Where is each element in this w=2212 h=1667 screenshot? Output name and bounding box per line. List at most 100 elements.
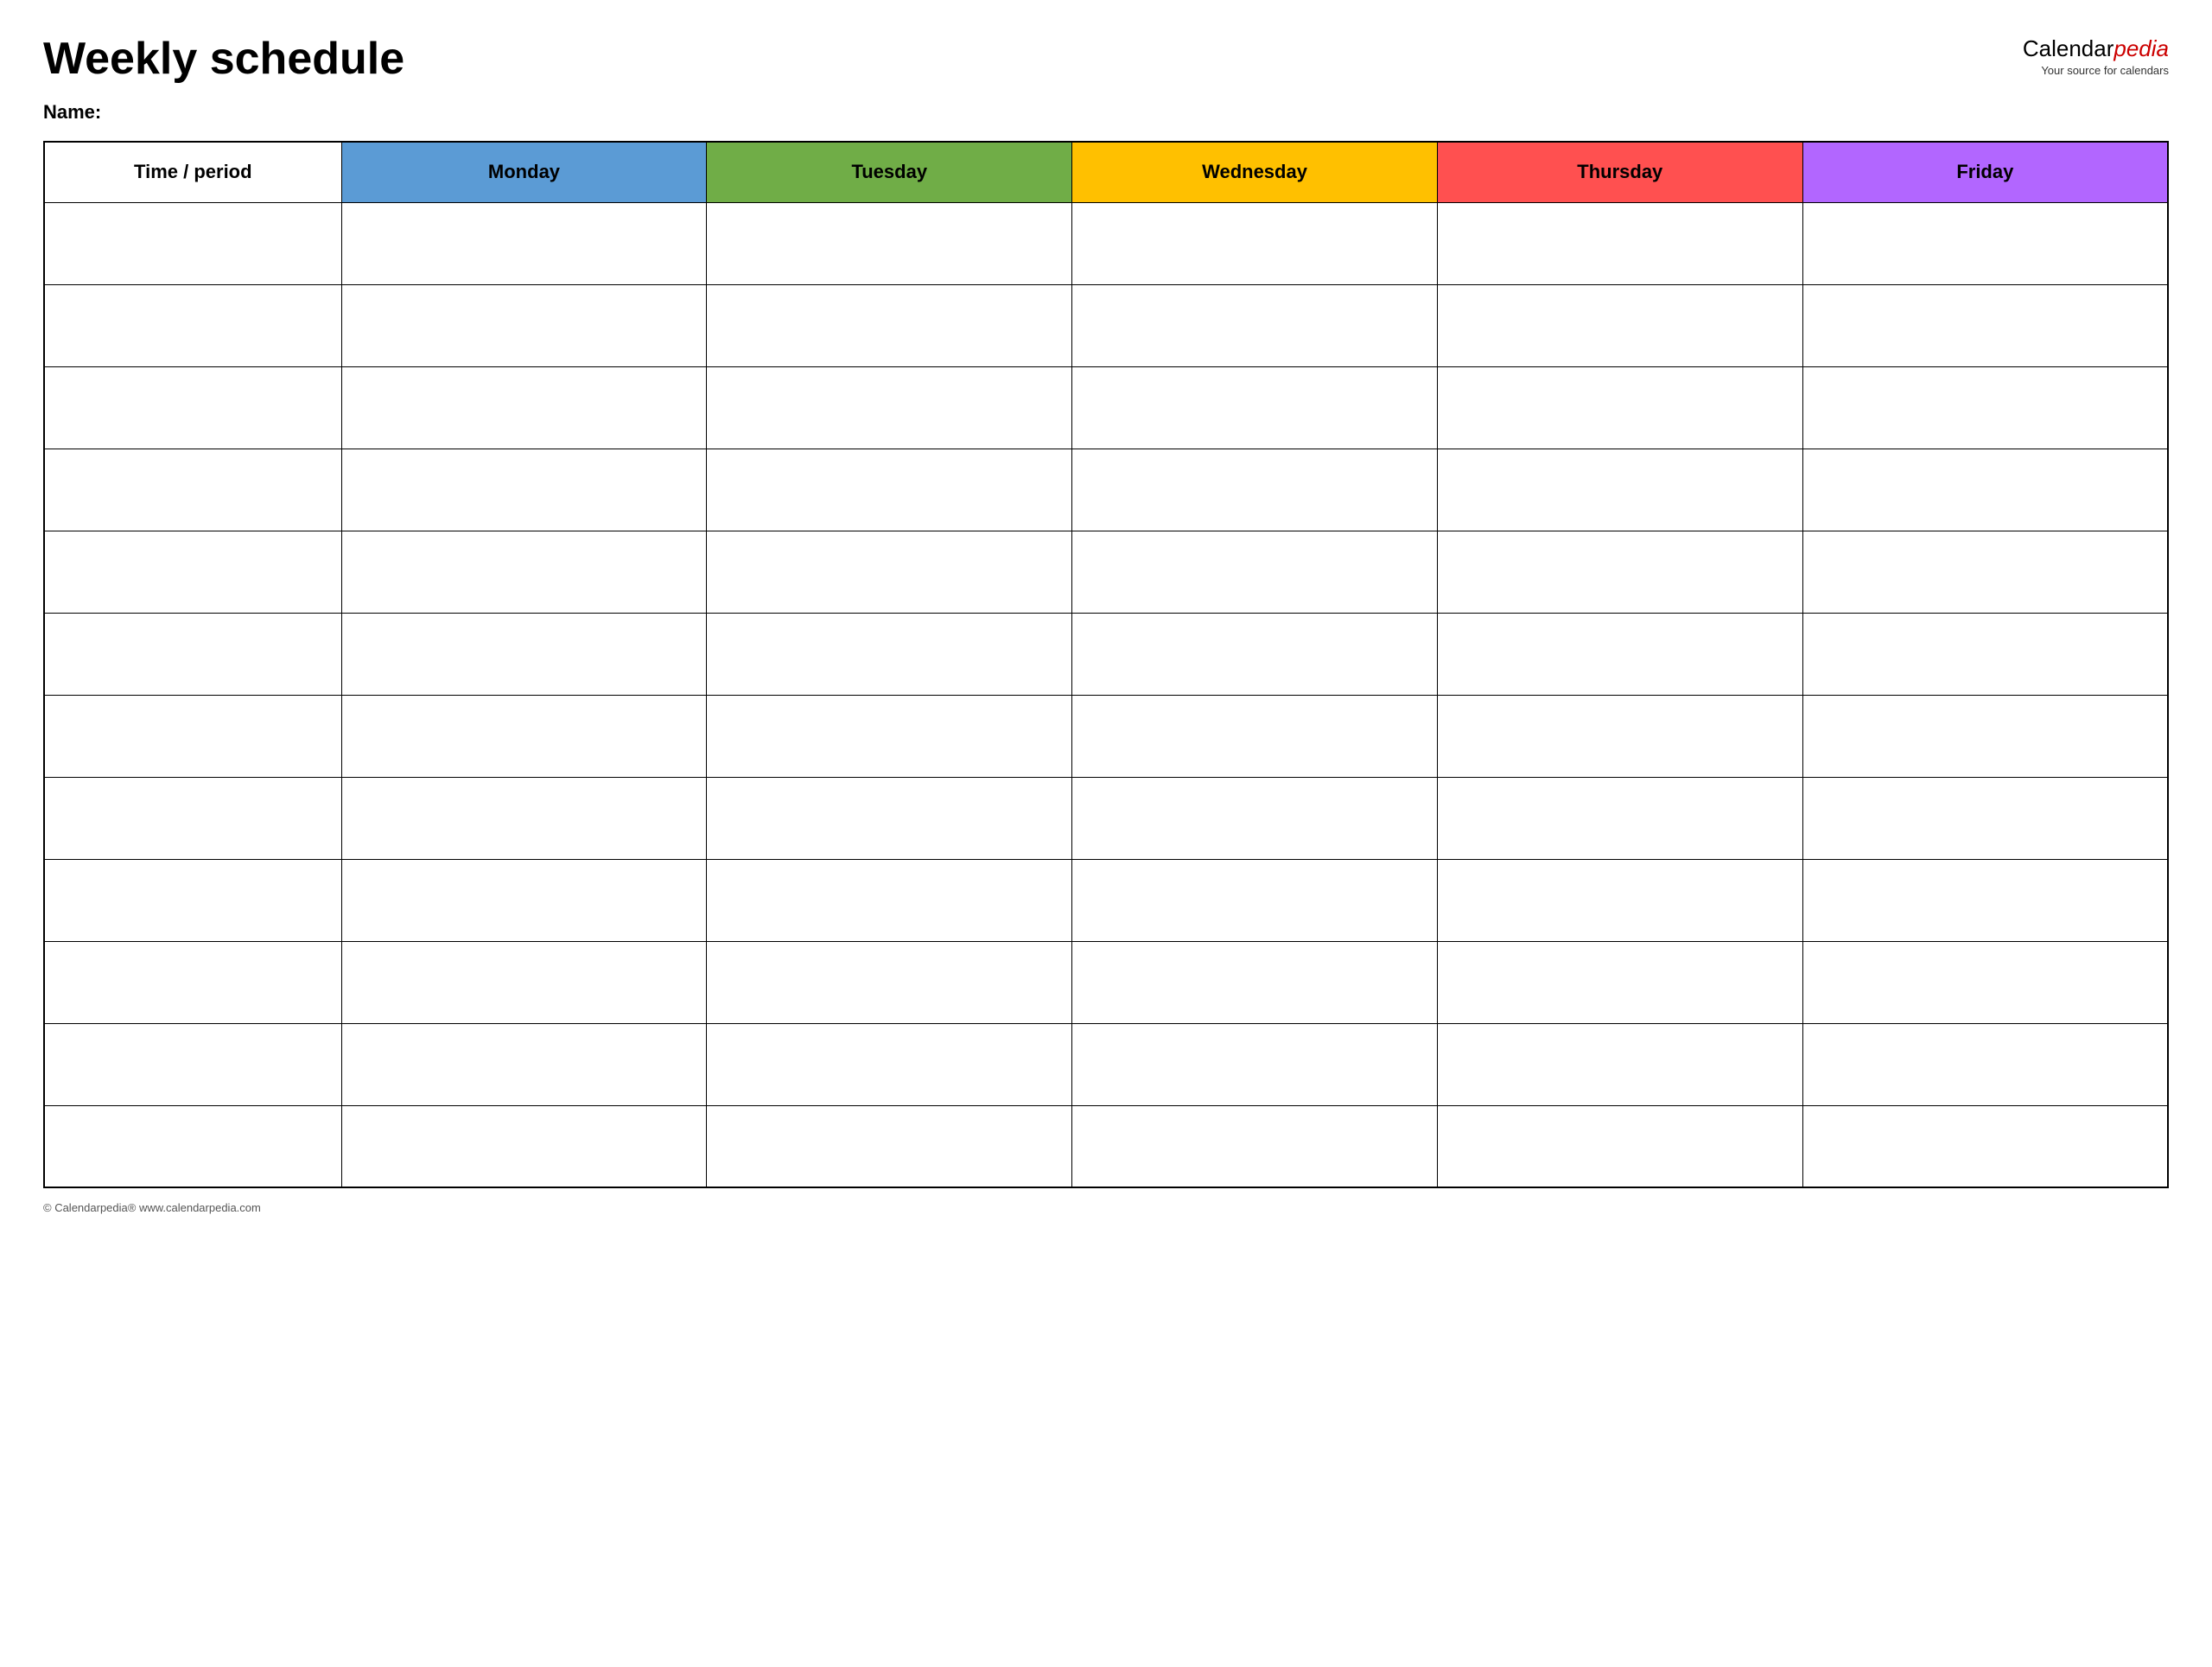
cell-row1-col5[interactable] — [1802, 284, 2168, 366]
cell-row11-col4[interactable] — [1437, 1105, 1802, 1187]
cell-row1-col3[interactable] — [1072, 284, 1438, 366]
page-header: Weekly schedule Calendarpedia Your sourc… — [43, 35, 2169, 84]
cell-row4-col2[interactable] — [707, 531, 1072, 613]
col-header-time: Time / period — [44, 142, 341, 202]
cell-row6-col3[interactable] — [1072, 695, 1438, 777]
cell-row1-col0[interactable] — [44, 284, 341, 366]
cell-row7-col3[interactable] — [1072, 777, 1438, 859]
cell-row5-col0[interactable] — [44, 613, 341, 695]
cell-row5-col3[interactable] — [1072, 613, 1438, 695]
col-header-tuesday: Tuesday — [707, 142, 1072, 202]
cell-row5-col2[interactable] — [707, 613, 1072, 695]
cell-row3-col5[interactable] — [1802, 449, 2168, 531]
cell-row0-col5[interactable] — [1802, 202, 2168, 284]
cell-row2-col3[interactable] — [1072, 366, 1438, 449]
table-row — [44, 695, 2168, 777]
cell-row3-col3[interactable] — [1072, 449, 1438, 531]
cell-row10-col2[interactable] — [707, 1023, 1072, 1105]
cell-row1-col4[interactable] — [1437, 284, 1802, 366]
cell-row5-col1[interactable] — [341, 613, 707, 695]
table-row — [44, 613, 2168, 695]
cell-row5-col5[interactable] — [1802, 613, 2168, 695]
brand-name: Calendarpedia — [2023, 35, 2169, 64]
cell-row10-col1[interactable] — [341, 1023, 707, 1105]
table-row — [44, 449, 2168, 531]
cell-row7-col0[interactable] — [44, 777, 341, 859]
cell-row7-col4[interactable] — [1437, 777, 1802, 859]
table-row — [44, 202, 2168, 284]
cell-row8-col2[interactable] — [707, 859, 1072, 941]
schedule-table: Time / period Monday Tuesday Wednesday T… — [43, 141, 2169, 1188]
cell-row3-col4[interactable] — [1437, 449, 1802, 531]
cell-row2-col4[interactable] — [1437, 366, 1802, 449]
cell-row3-col0[interactable] — [44, 449, 341, 531]
cell-row6-col4[interactable] — [1437, 695, 1802, 777]
brand-name-styled: pedia — [2113, 35, 2169, 61]
col-header-monday: Monday — [341, 142, 707, 202]
cell-row11-col3[interactable] — [1072, 1105, 1438, 1187]
cell-row0-col2[interactable] — [707, 202, 1072, 284]
cell-row2-col5[interactable] — [1802, 366, 2168, 449]
footer: © Calendarpedia® www.calendarpedia.com — [43, 1201, 2169, 1214]
cell-row8-col0[interactable] — [44, 859, 341, 941]
cell-row11-col2[interactable] — [707, 1105, 1072, 1187]
table-row — [44, 941, 2168, 1023]
cell-row1-col1[interactable] — [341, 284, 707, 366]
cell-row5-col4[interactable] — [1437, 613, 1802, 695]
col-header-friday: Friday — [1802, 142, 2168, 202]
cell-row10-col5[interactable] — [1802, 1023, 2168, 1105]
cell-row11-col5[interactable] — [1802, 1105, 2168, 1187]
cell-row6-col2[interactable] — [707, 695, 1072, 777]
brand-name-plain: Calendar — [2023, 35, 2114, 61]
table-row — [44, 366, 2168, 449]
name-label: Name: — [43, 101, 2169, 124]
cell-row8-col5[interactable] — [1802, 859, 2168, 941]
cell-row9-col4[interactable] — [1437, 941, 1802, 1023]
cell-row2-col1[interactable] — [341, 366, 707, 449]
table-header-row: Time / period Monday Tuesday Wednesday T… — [44, 142, 2168, 202]
cell-row3-col2[interactable] — [707, 449, 1072, 531]
brand-tagline: Your source for calendars — [2023, 64, 2169, 79]
cell-row1-col2[interactable] — [707, 284, 1072, 366]
cell-row7-col5[interactable] — [1802, 777, 2168, 859]
cell-row2-col2[interactable] — [707, 366, 1072, 449]
table-row — [44, 777, 2168, 859]
table-row — [44, 859, 2168, 941]
cell-row4-col1[interactable] — [341, 531, 707, 613]
cell-row11-col1[interactable] — [341, 1105, 707, 1187]
cell-row0-col4[interactable] — [1437, 202, 1802, 284]
cell-row7-col1[interactable] — [341, 777, 707, 859]
cell-row0-col1[interactable] — [341, 202, 707, 284]
table-row — [44, 284, 2168, 366]
cell-row10-col3[interactable] — [1072, 1023, 1438, 1105]
cell-row0-col0[interactable] — [44, 202, 341, 284]
cell-row6-col5[interactable] — [1802, 695, 2168, 777]
cell-row6-col0[interactable] — [44, 695, 341, 777]
cell-row10-col4[interactable] — [1437, 1023, 1802, 1105]
cell-row0-col3[interactable] — [1072, 202, 1438, 284]
cell-row11-col0[interactable] — [44, 1105, 341, 1187]
cell-row9-col2[interactable] — [707, 941, 1072, 1023]
cell-row4-col0[interactable] — [44, 531, 341, 613]
table-row — [44, 531, 2168, 613]
cell-row6-col1[interactable] — [341, 695, 707, 777]
col-header-wednesday: Wednesday — [1072, 142, 1438, 202]
cell-row9-col1[interactable] — [341, 941, 707, 1023]
cell-row9-col0[interactable] — [44, 941, 341, 1023]
page-title: Weekly schedule — [43, 35, 404, 84]
cell-row9-col3[interactable] — [1072, 941, 1438, 1023]
cell-row10-col0[interactable] — [44, 1023, 341, 1105]
cell-row3-col1[interactable] — [341, 449, 707, 531]
cell-row4-col3[interactable] — [1072, 531, 1438, 613]
cell-row9-col5[interactable] — [1802, 941, 2168, 1023]
cell-row4-col4[interactable] — [1437, 531, 1802, 613]
cell-row8-col4[interactable] — [1437, 859, 1802, 941]
cell-row2-col0[interactable] — [44, 366, 341, 449]
cell-row7-col2[interactable] — [707, 777, 1072, 859]
cell-row4-col5[interactable] — [1802, 531, 2168, 613]
brand-logo: Calendarpedia Your source for calendars — [2023, 35, 2169, 79]
cell-row8-col1[interactable] — [341, 859, 707, 941]
table-row — [44, 1023, 2168, 1105]
cell-row8-col3[interactable] — [1072, 859, 1438, 941]
col-header-thursday: Thursday — [1437, 142, 1802, 202]
